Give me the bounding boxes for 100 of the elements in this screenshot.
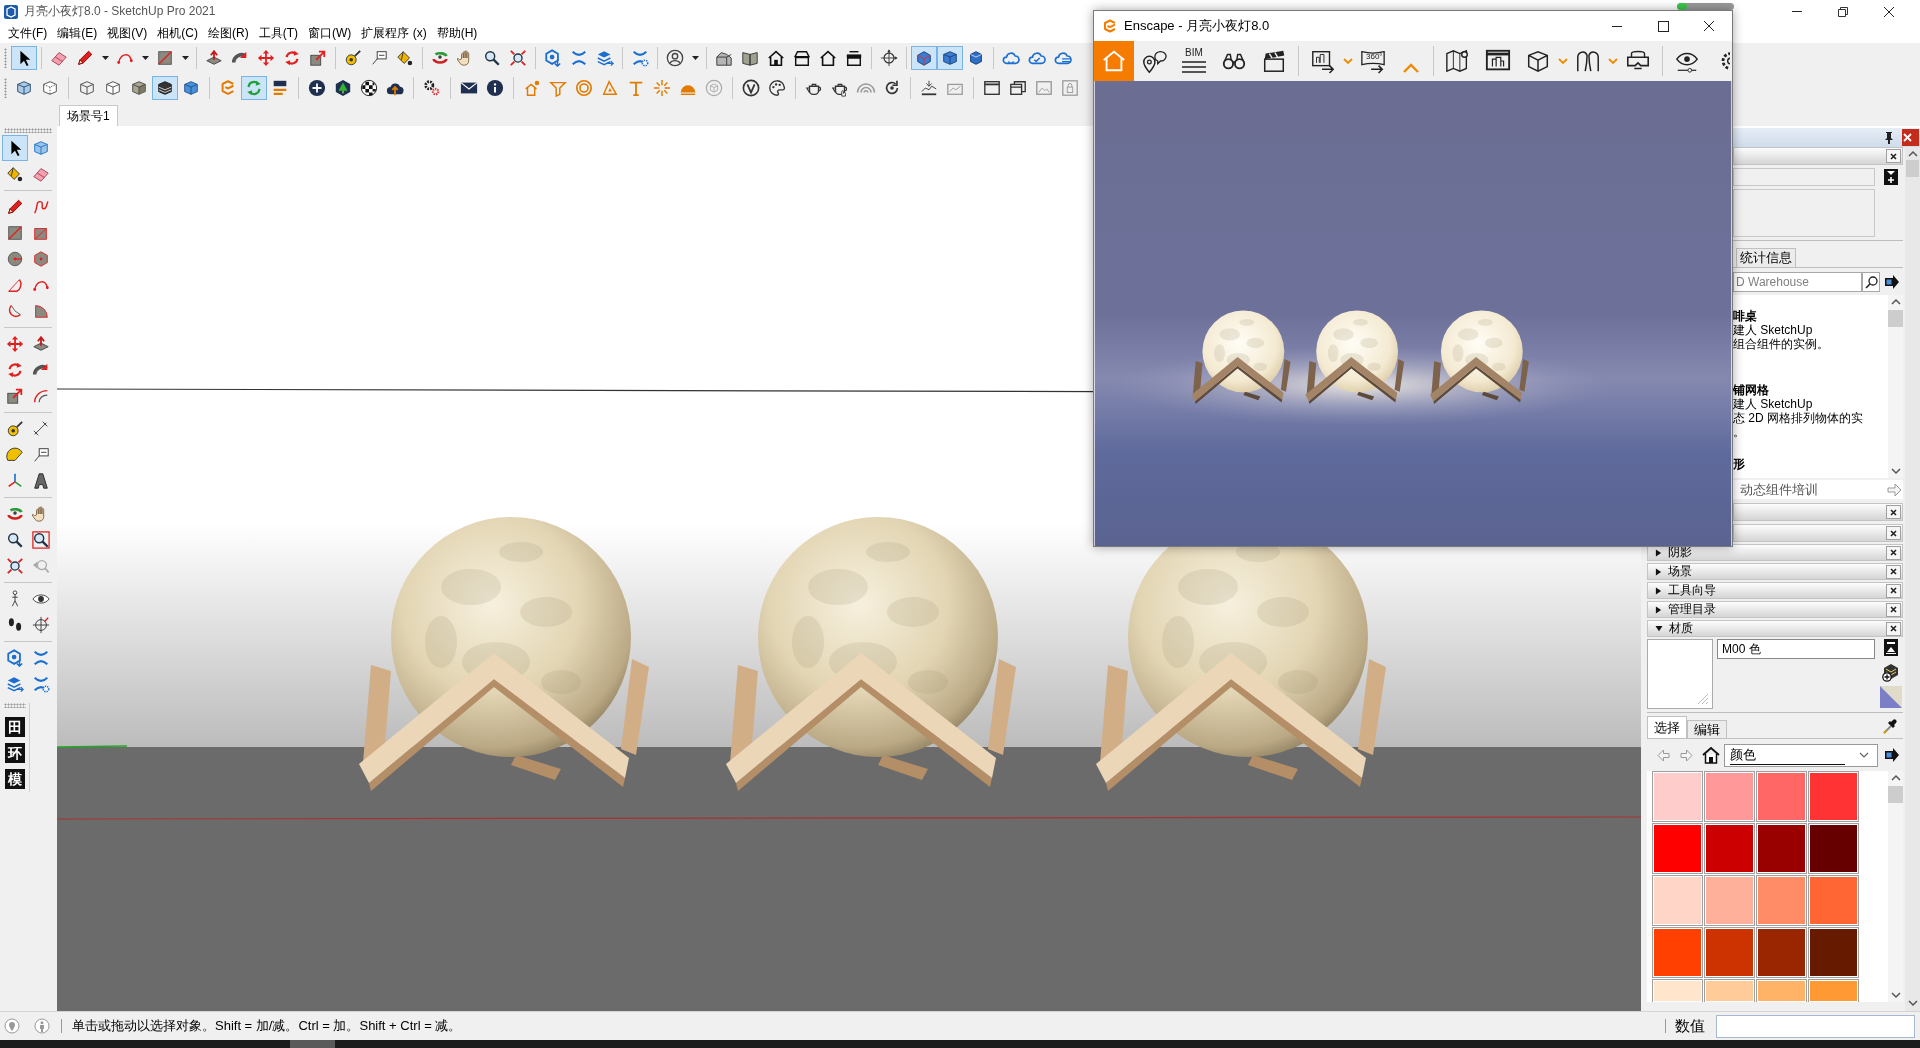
cube-stack-icon xyxy=(32,139,50,157)
window-stack-icon xyxy=(1009,79,1027,97)
bim-button[interactable]: BIM xyxy=(1174,41,1214,81)
close-icon xyxy=(1890,152,1897,160)
menu-item[interactable]: 绘图(R) xyxy=(203,23,254,43)
back-arrow-icon xyxy=(1657,748,1670,762)
color-swatch[interactable] xyxy=(1652,979,1703,1002)
scrollbar-thumb[interactable] xyxy=(1906,160,1919,177)
user-circle-icon xyxy=(666,49,684,67)
close-button[interactable] xyxy=(1886,545,1901,560)
close-button[interactable] xyxy=(1886,564,1901,579)
color-swatch[interactable] xyxy=(1704,979,1755,1002)
color-swatch[interactable] xyxy=(1756,875,1807,926)
panel-header[interactable]: 阴影 xyxy=(1647,544,1903,561)
scene-tab[interactable]: 场景号1 xyxy=(59,105,118,126)
training-link[interactable]: 动态组件培训 xyxy=(1733,480,1903,499)
panel-header[interactable]: 管理目录 xyxy=(1647,601,1903,618)
tool-button[interactable]: 环 xyxy=(5,743,25,763)
panel-header[interactable]: 材质 xyxy=(1647,620,1903,637)
menu-item[interactable]: 帮助(H) xyxy=(431,23,483,43)
scrollbar-thumb[interactable] xyxy=(1888,786,1903,803)
panel-header[interactable]: 场景 xyxy=(1647,563,1903,580)
close-button[interactable] xyxy=(1886,621,1901,636)
scrollbar[interactable] xyxy=(1888,295,1903,478)
stacked-layers-icon xyxy=(6,675,24,693)
menu-item[interactable]: 视图(V) xyxy=(102,23,153,43)
drag-handle[interactable] xyxy=(4,78,7,98)
color-swatch[interactable] xyxy=(1808,927,1859,978)
description-field[interactable] xyxy=(1733,189,1875,237)
clapperboard-icon xyxy=(1261,48,1287,74)
tool-button[interactable] xyxy=(11,46,37,70)
tool-button[interactable] xyxy=(152,76,178,100)
menu-item[interactable]: 窗口(W) xyxy=(303,23,357,43)
drag-handle[interactable] xyxy=(4,48,7,68)
color-swatch[interactable] xyxy=(1756,771,1807,822)
tool-button[interactable] xyxy=(2,135,28,161)
scrollbar-thumb[interactable] xyxy=(1888,310,1903,327)
checker-sphere-icon xyxy=(360,79,378,97)
close-button[interactable] xyxy=(1886,583,1901,598)
tab[interactable]: 统计信息 xyxy=(1736,248,1796,267)
color-swatch[interactable] xyxy=(1756,927,1807,978)
panorama-button[interactable]: 360° xyxy=(1353,41,1393,81)
search-button[interactable] xyxy=(1862,272,1880,292)
result-title[interactable]: 形 xyxy=(1733,457,1745,471)
close-button[interactable] xyxy=(1886,149,1901,163)
diagonal-swatch-icon xyxy=(1880,686,1902,708)
tool-button[interactable]: 模 xyxy=(5,769,25,789)
menu-item[interactable]: 相机(C) xyxy=(152,23,203,43)
bucket-plus-icon xyxy=(1881,662,1901,682)
tab[interactable]: 编辑 xyxy=(1687,720,1727,738)
menu-item[interactable]: 编辑(E) xyxy=(52,23,103,43)
triangle-right-icon xyxy=(1655,548,1662,557)
details-arrow-icon xyxy=(1884,274,1900,290)
resize-grip-icon xyxy=(1698,694,1708,704)
result-text: 组合组件的实例。 xyxy=(1733,337,1829,351)
scrollbar[interactable] xyxy=(1888,771,1903,1002)
plain-cube-icon xyxy=(104,79,122,97)
color-swatch[interactable] xyxy=(1756,823,1807,874)
drag-handle[interactable] xyxy=(4,703,26,708)
color-swatch[interactable] xyxy=(1756,979,1807,1002)
color-swatch[interactable] xyxy=(1704,875,1755,926)
library-dropdown[interactable]: 颜色 xyxy=(1724,743,1878,767)
color-swatch[interactable] xyxy=(1652,771,1703,822)
color-swatch[interactable] xyxy=(1652,875,1703,926)
color-swatch[interactable] xyxy=(1704,927,1755,978)
caret-icon xyxy=(691,56,699,60)
color-swatch[interactable] xyxy=(1704,771,1755,822)
close-button[interactable] xyxy=(1886,602,1901,617)
color-swatch[interactable] xyxy=(1808,979,1859,1002)
color-swatch[interactable] xyxy=(1704,823,1755,874)
color-swatch[interactable] xyxy=(1808,771,1859,822)
panel-header[interactable]: 工具向导 xyxy=(1647,582,1903,599)
chevron-up-icon xyxy=(1890,298,1901,306)
color-swatch[interactable] xyxy=(1652,927,1703,978)
color-swatch[interactable] xyxy=(1652,823,1703,874)
tool-button[interactable]: 田 xyxy=(5,717,25,737)
result-title[interactable]: 铺网格 xyxy=(1733,383,1769,397)
material-name-field[interactable]: M00 色 xyxy=(1717,639,1875,659)
color-swatch[interactable] xyxy=(1808,823,1859,874)
person-circle-icon xyxy=(34,1018,50,1034)
color-swatch[interactable] xyxy=(1808,875,1859,926)
translucent-cube-icon xyxy=(15,79,33,97)
result-text: 建人 SketchUp xyxy=(1733,397,1813,411)
menu-item[interactable]: 工具(T) xyxy=(253,23,303,43)
drag-handle[interactable] xyxy=(4,128,52,133)
close-button[interactable] xyxy=(1886,526,1901,540)
search-field[interactable]: D Warehouse xyxy=(1733,272,1862,292)
cube-icon xyxy=(915,49,933,67)
measurements-field[interactable] xyxy=(1716,1014,1915,1038)
plus-circle-icon xyxy=(308,79,326,97)
menu-item[interactable]: 扩展程序 (x) xyxy=(356,23,432,43)
result-text: 建人 SketchUp xyxy=(1733,323,1813,337)
tab[interactable]: 选择 xyxy=(1647,716,1687,738)
close-button[interactable] xyxy=(1886,505,1901,519)
shaded-cube-icon xyxy=(130,79,148,97)
menu-item[interactable]: 文件(F) xyxy=(3,23,53,43)
result-title[interactable]: 啡桌 xyxy=(1733,309,1757,323)
magnifier-icon xyxy=(483,49,501,67)
name-field[interactable] xyxy=(1733,168,1875,186)
scrollbar[interactable] xyxy=(1905,147,1920,1011)
